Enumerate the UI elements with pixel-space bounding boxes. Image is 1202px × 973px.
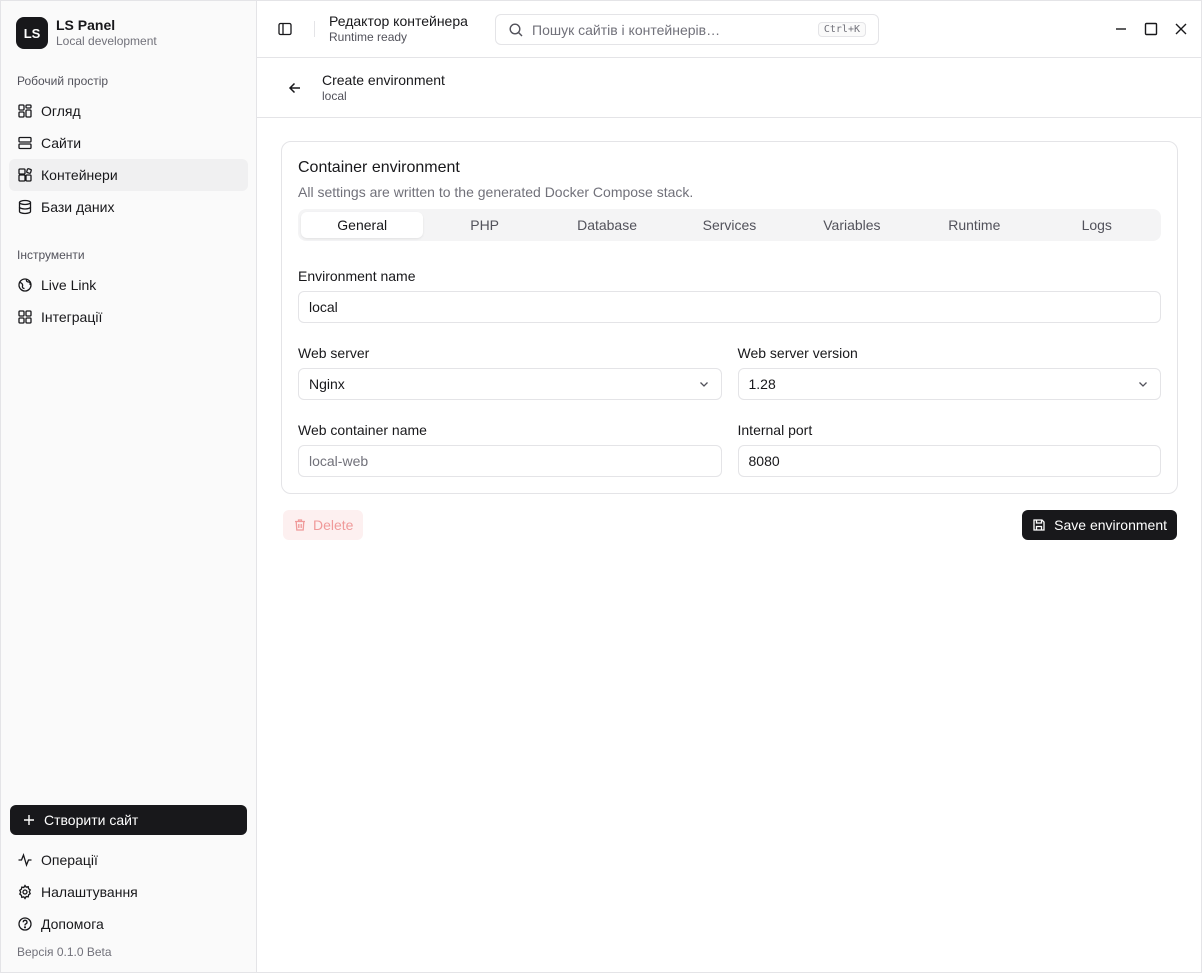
page-header: Create environment local (257, 58, 1201, 118)
sidebar-item-operations[interactable]: Операції (9, 844, 248, 876)
delete-label: Delete (313, 517, 354, 533)
search-placeholder: Пошук сайтів і контейнерів… (532, 21, 721, 38)
brand-logo: LS (16, 17, 48, 49)
activity-icon (18, 853, 32, 867)
app-window: LS LS Panel Local development Робочий пр… (0, 0, 1202, 973)
sidebar-item-integrations[interactable]: Інтеграції (9, 301, 248, 333)
sidebar-item-databases[interactable]: Бази даних (9, 191, 248, 223)
web-server-version-label: Web server version (737, 345, 858, 361)
sidebar-toggle-icon (278, 22, 292, 36)
tabs: General PHP Database Services Variables … (298, 209, 1161, 241)
chevron-down-icon (699, 382, 708, 387)
trash-icon (295, 519, 305, 531)
content: Container environment All settings are w… (257, 118, 1201, 540)
maximize-icon (1144, 22, 1158, 36)
tab-database[interactable]: Database (546, 212, 668, 238)
minimize-icon (1116, 28, 1126, 30)
chevron-down-icon (1139, 382, 1147, 387)
tab-services[interactable]: Services (668, 212, 790, 238)
app-version: Версія 0.1.0 Beta (17, 945, 112, 959)
toggle-sidebar-button[interactable] (273, 17, 297, 41)
web-server-label: Web server (298, 345, 370, 361)
topbar-title: Редактор контейнера (329, 13, 468, 29)
web-server-select[interactable]: Nginx (298, 368, 722, 400)
tab-runtime[interactable]: Runtime (913, 212, 1035, 238)
sidebar-item-label: Сайти (41, 135, 82, 151)
close-icon (1175, 23, 1187, 35)
tools-section-label: Інструменти (17, 248, 85, 262)
sidebar-item-containers[interactable]: Контейнери (9, 159, 248, 191)
search-shortcut: Ctrl+K (817, 22, 866, 37)
topbar-subtitle: Runtime ready (329, 30, 408, 44)
search-icon (509, 22, 523, 36)
dashboard-icon (18, 104, 32, 118)
tab-logs[interactable]: Logs (1036, 212, 1158, 238)
topbar: Редактор контейнера Runtime ready Пошук … (257, 1, 1201, 58)
environment-card: Container environment All settings are w… (281, 141, 1178, 494)
form-actions: Delete Save environment (281, 510, 1178, 540)
workspace-nav: Огляд Сайти Контейнери Бази даних (1, 95, 256, 223)
server-icon (18, 136, 32, 150)
sidebar-item-label: Допомога (41, 916, 104, 932)
main-area: Редактор контейнера Runtime ready Пошук … (257, 1, 1201, 972)
create-site-label: Створити сайт (44, 812, 139, 828)
sidebar-item-label: Огляд (41, 103, 81, 119)
brand-subtitle: Local development (56, 34, 157, 48)
web-container-label: Web container name (298, 422, 427, 438)
plus-icon (24, 815, 34, 825)
close-button[interactable] (1171, 19, 1191, 39)
internal-port-label: Internal port (737, 422, 813, 438)
internal-port-field[interactable]: 8080 (737, 445, 1161, 477)
page-title: Create environment (322, 71, 445, 88)
web-container-field[interactable]: local-web (298, 445, 722, 477)
delete-button[interactable]: Delete (283, 510, 364, 540)
save-label: Save environment (1054, 517, 1167, 533)
sidebar-footer: Створити сайт Операції Налаштування Допо… (1, 805, 256, 972)
grid-icon (18, 310, 32, 324)
tab-php[interactable]: PHP (423, 212, 545, 238)
workspace-section-label: Робочий простір (17, 74, 109, 88)
bottom-nav: Операції Налаштування Допомога (1, 835, 256, 940)
tab-general[interactable]: General (301, 212, 424, 238)
sidebar: LS LS Panel Local development Робочий пр… (1, 1, 257, 972)
web-server-version-select[interactable]: 1.28 (737, 368, 1161, 400)
window-controls (1111, 19, 1191, 39)
sidebar-item-label: Бази даних (41, 199, 115, 215)
card-title: Container environment (298, 159, 460, 176)
page-subtitle: local (322, 88, 347, 103)
brand-title: LS Panel (56, 17, 116, 33)
globe-icon (18, 278, 32, 292)
help-icon (18, 917, 32, 931)
save-environment-button[interactable]: Save environment (1022, 510, 1177, 540)
env-name-label: Environment name (298, 268, 416, 284)
arrow-left-icon (288, 82, 300, 93)
sidebar-item-sites[interactable]: Сайти (9, 127, 248, 159)
database-icon (18, 199, 32, 215)
sidebar-item-label: Live Link (41, 277, 97, 293)
tab-variables[interactable]: Variables (791, 212, 913, 238)
topbar-divider (314, 21, 315, 37)
sidebar-item-label: Налаштування (41, 884, 138, 900)
maximize-button[interactable] (1141, 19, 1161, 39)
sidebar-item-label: Контейнери (41, 167, 118, 183)
create-site-button[interactable]: Створити сайт (10, 805, 247, 835)
sidebar-item-live-link[interactable]: Live Link (9, 269, 248, 301)
sidebar-item-label: Інтеграції (41, 309, 103, 325)
web-server-version-value: 1.28 (748, 376, 776, 392)
search-input[interactable]: Пошук сайтів і контейнерів… Ctrl+K (495, 14, 879, 45)
minimize-button[interactable] (1111, 19, 1131, 39)
gear-icon (18, 884, 32, 900)
save-icon (1033, 519, 1045, 531)
env-name-field[interactable]: local (298, 291, 1161, 323)
sidebar-item-label: Операції (41, 852, 98, 868)
tools-nav: Live Link Інтеграції (1, 269, 256, 333)
card-description: All settings are written to the generate… (298, 184, 694, 200)
brand[interactable]: LS LS Panel Local development (1, 1, 256, 65)
containers-icon (18, 168, 32, 182)
back-button[interactable] (285, 78, 305, 98)
sidebar-item-overview[interactable]: Огляд (9, 95, 248, 127)
web-server-value: Nginx (309, 376, 345, 392)
sidebar-item-help[interactable]: Допомога (9, 908, 248, 940)
sidebar-item-settings[interactable]: Налаштування (9, 876, 248, 908)
